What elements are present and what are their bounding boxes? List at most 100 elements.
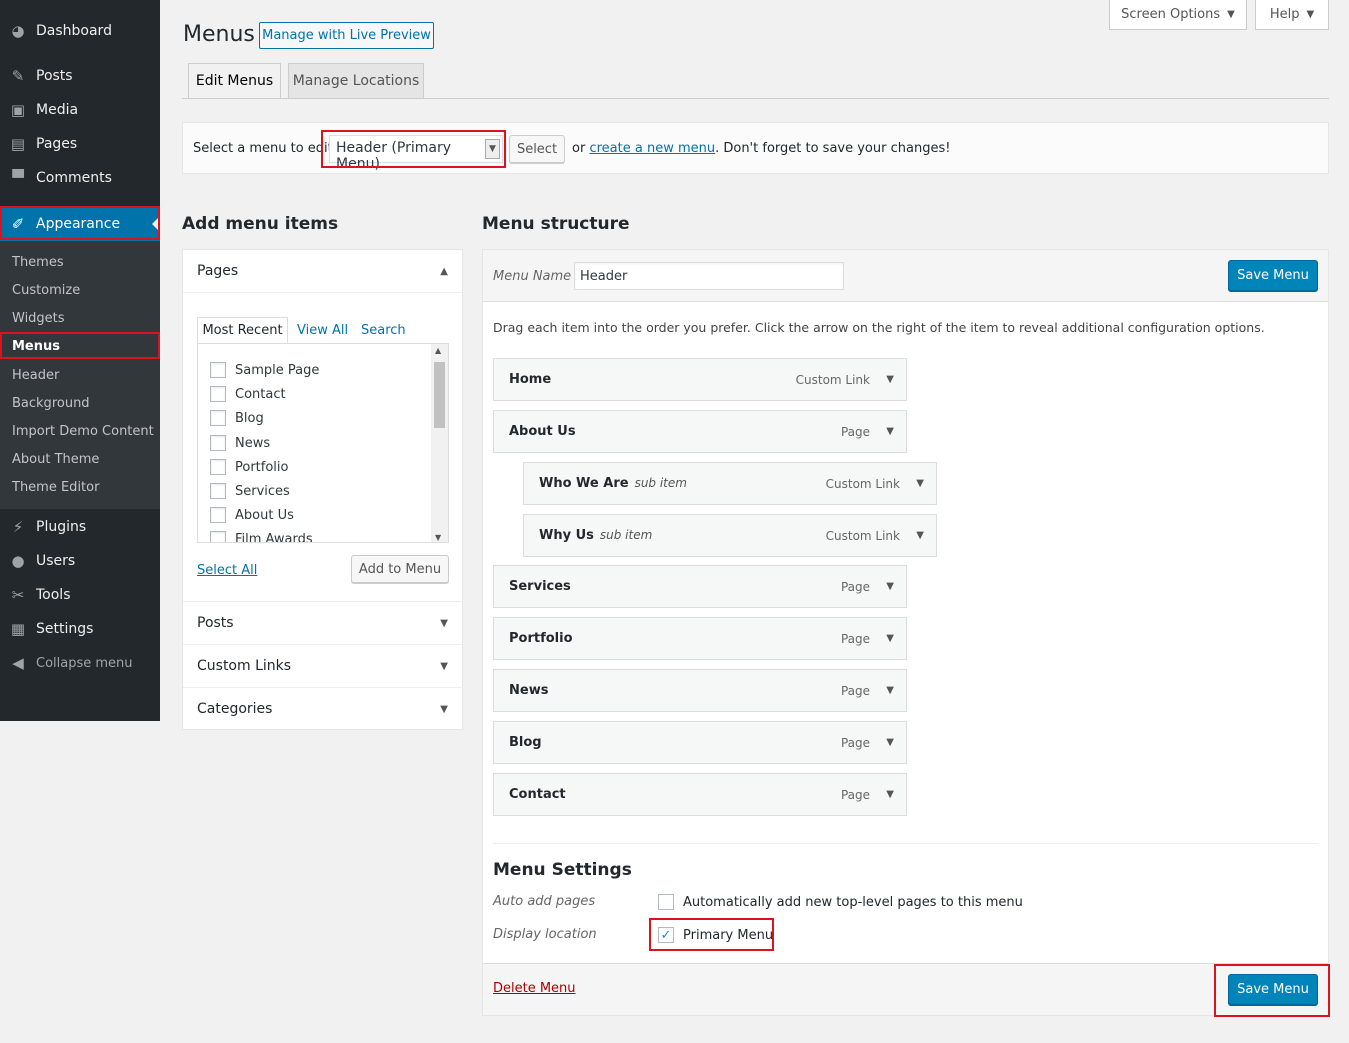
pages-section-header[interactable]: Pages ▲ [183, 250, 462, 293]
checkbox[interactable] [210, 531, 226, 542]
list-item[interactable]: Contact [210, 386, 286, 402]
save-menu-button-bottom[interactable]: Save Menu [1228, 974, 1318, 1005]
menu-item-blog[interactable]: Blog Page ▼ [493, 721, 907, 764]
list-item[interactable]: Portfolio [210, 459, 288, 475]
submenu-themes[interactable]: Themes [12, 255, 64, 270]
categories-section-header[interactable]: Categories ▼ [183, 687, 462, 730]
tab-search[interactable]: Search [361, 317, 406, 343]
save-menu-button-top[interactable]: Save Menu [1228, 260, 1318, 291]
menu-item-services[interactable]: Services Page ▼ [493, 565, 907, 608]
menu-dashboard[interactable]: ◕ Dashboard [0, 14, 160, 48]
list-item[interactable]: News [210, 435, 270, 451]
submenu-widgets[interactable]: Widgets [12, 311, 65, 326]
menu-media[interactable]: ▣ Media [0, 93, 160, 127]
menu-appearance[interactable]: ✐ Appearance [0, 207, 160, 241]
submenu-import-demo[interactable]: Import Demo Content [12, 424, 154, 439]
select-menu-label: Select a menu to edit: [193, 141, 338, 156]
item-expand-icon[interactable]: ▼ [886, 685, 894, 696]
item-expand-icon[interactable]: ▼ [886, 426, 894, 437]
menu-users[interactable]: ● Users [0, 544, 160, 578]
item-expand-icon[interactable]: ▼ [886, 581, 894, 592]
posts-section-header[interactable]: Posts ▼ [183, 601, 462, 644]
item-expand-icon[interactable]: ▼ [886, 789, 894, 800]
scroll-up-icon[interactable]: ▲ [435, 346, 441, 355]
scrollbar-thumb[interactable] [434, 362, 445, 428]
menu-settings[interactable]: ▦ Settings [0, 612, 160, 646]
item-expand-icon[interactable]: ▼ [886, 633, 894, 644]
scroll-down-icon[interactable]: ▼ [435, 533, 441, 542]
check-icon[interactable]: ✓ [658, 927, 674, 943]
appearance-submenu: Themes Customize Widgets Menus Header Ba… [0, 241, 160, 509]
caret-down-icon: ▼ [440, 703, 448, 715]
menu-posts[interactable]: ✎ Posts [0, 59, 160, 93]
page-title: Menus [183, 22, 255, 47]
checkbox[interactable] [210, 459, 226, 475]
menu-pages[interactable]: ▤ Pages [0, 127, 160, 161]
checkbox[interactable] [210, 362, 226, 378]
list-item[interactable]: Sample Page [210, 362, 319, 378]
checkbox[interactable] [210, 507, 226, 523]
tab-most-recent[interactable]: Most Recent [197, 317, 288, 343]
submenu-menus[interactable]: Menus [12, 339, 60, 354]
list-item[interactable]: Blog [210, 410, 264, 426]
admin-sidebar: ◕ Dashboard ✎ Posts ▣ Media ▤ Pages ▀ Comment… [0, 0, 160, 721]
menu-item-why-us[interactable]: Why Us sub item Custom Link ▼ [523, 514, 937, 557]
item-expand-icon[interactable]: ▼ [916, 478, 924, 489]
caret-up-icon: ▲ [440, 265, 448, 277]
menu-structure-panel: Menu Name Save Menu Drag each item into … [482, 249, 1329, 1016]
menu-comments[interactable]: ▀ Comments [0, 161, 160, 195]
user-icon: ● [11, 552, 25, 570]
collapse-menu[interactable]: ◀ Collapse menu [0, 646, 160, 680]
auto-add-option[interactable]: Automatically add new top-level pages to… [658, 894, 1023, 910]
item-expand-icon[interactable]: ▼ [916, 530, 924, 541]
menu-name-input[interactable] [574, 262, 844, 290]
submenu-customize[interactable]: Customize [12, 283, 80, 298]
select-button[interactable]: Select [509, 135, 565, 163]
submenu-about-theme[interactable]: About Theme [12, 452, 99, 467]
live-preview-button[interactable]: Manage with Live Preview [259, 22, 434, 49]
menu-item-news[interactable]: News Page ▼ [493, 669, 907, 712]
scrollbar[interactable]: ▲ ▼ [431, 344, 448, 542]
list-item[interactable]: About Us [210, 507, 294, 523]
checkbox[interactable] [658, 894, 674, 910]
menu-structure-header: Menu Name Save Menu [483, 250, 1328, 302]
menu-tools[interactable]: ✂ Tools [0, 578, 160, 612]
delete-menu-link[interactable]: Delete Menu [493, 981, 576, 996]
item-expand-icon[interactable]: ▼ [886, 374, 894, 385]
menu-item-who-we-are[interactable]: Who We Are sub item Custom Link ▼ [523, 462, 937, 505]
checkbox[interactable] [210, 386, 226, 402]
checkbox[interactable] [210, 435, 226, 451]
tab-manage-locations[interactable]: Manage Locations [288, 63, 424, 99]
tab-edit-menus[interactable]: Edit Menus [188, 63, 281, 99]
menu-select-dropdown[interactable]: Header (Primary Menu) ▼ [329, 135, 503, 172]
menu-plugins[interactable]: ⚡ Plugins [0, 510, 160, 544]
list-item[interactable]: Film Awards [210, 531, 313, 542]
primary-menu-option[interactable]: ✓ Primary Menu [658, 927, 773, 943]
screen-options-button[interactable]: Screen Options ▼ [1109, 0, 1247, 30]
add-menu-items-title: Add menu items [182, 214, 339, 234]
checkbox[interactable] [210, 483, 226, 499]
item-expand-icon[interactable]: ▼ [886, 737, 894, 748]
menu-item-home[interactable]: Home Custom Link ▼ [493, 358, 907, 401]
settings-divider [493, 843, 1318, 844]
menu-item-portfolio[interactable]: Portfolio Page ▼ [493, 617, 907, 660]
add-to-menu-button[interactable]: Add to Menu [351, 555, 449, 583]
submenu-theme-editor[interactable]: Theme Editor [12, 480, 99, 495]
help-button[interactable]: Help ▼ [1255, 0, 1329, 30]
menu-item-contact[interactable]: Contact Page ▼ [493, 773, 907, 816]
list-item[interactable]: Services [210, 483, 290, 499]
pages-icon: ▤ [10, 135, 26, 153]
pages-tabs: Most Recent View All Search [197, 317, 449, 343]
custom-links-section-header[interactable]: Custom Links ▼ [183, 644, 462, 687]
pages-checklist: Sample Page Contact Blog News Portfolio … [197, 343, 449, 543]
submenu-header[interactable]: Header [12, 368, 59, 383]
tab-view-all[interactable]: View All [297, 317, 348, 343]
auto-add-label: Auto add pages [493, 894, 596, 909]
submenu-background[interactable]: Background [12, 396, 90, 411]
collapse-icon: ◀ [12, 654, 24, 672]
nav-tab-divider [182, 98, 1329, 99]
create-new-menu-link[interactable]: create a new menu [589, 141, 715, 156]
menu-item-about-us[interactable]: About Us Page ▼ [493, 410, 907, 453]
select-all-link[interactable]: Select All [197, 563, 257, 578]
checkbox[interactable] [210, 410, 226, 426]
